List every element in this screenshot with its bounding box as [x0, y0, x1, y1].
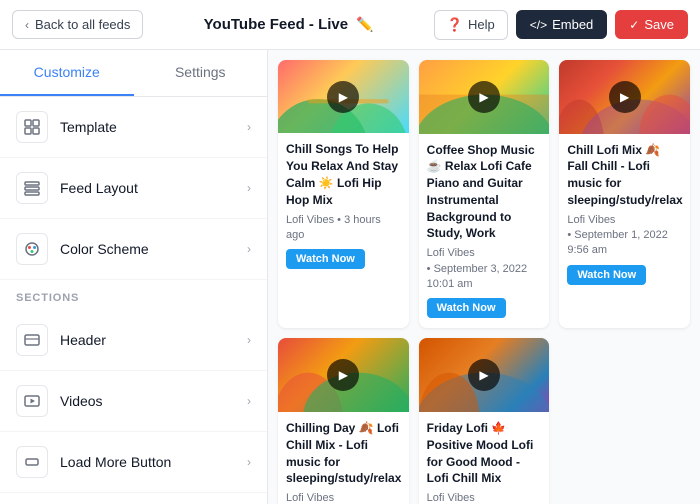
sidebar-item-header[interactable]: Header › — [0, 310, 267, 371]
video-channel-v1: Lofi Vibes — [286, 214, 334, 226]
play-button-v3[interactable]: ▶ — [609, 81, 641, 113]
tab-customize[interactable]: Customize — [0, 50, 134, 96]
back-button[interactable]: ‹ Back to all feeds — [12, 10, 143, 39]
tab-settings[interactable]: Settings — [134, 50, 268, 96]
video-thumbnail-v2[interactable]: ▶ — [419, 60, 550, 134]
header-label: Header — [60, 332, 106, 348]
video-meta-v4: Lofi Vibes • August 28, 2022 10:09 am — [286, 491, 401, 504]
help-button[interactable]: ❓ Help — [434, 10, 508, 40]
sidebar-item-feed-layout[interactable]: Feed Layout › — [0, 158, 267, 219]
sidebar-item-subscribe[interactable]: Subscribe Button › — [0, 493, 267, 504]
video-meta-v1: Lofi Vibes • 3 hours ago — [286, 213, 401, 244]
embed-button[interactable]: </> Embed — [516, 10, 608, 39]
top-actions: ❓ Help </> Embed ✓ Save — [434, 10, 688, 40]
video-card-v4: ▶ Chilling Day 🍂 Lofi Chill Mix - Lofi m… — [278, 338, 409, 504]
code-icon: </> — [530, 18, 547, 32]
feed-content: ▶ Chill Songs To Help You Relax And Stay… — [268, 50, 700, 504]
video-dot-v2: • — [427, 263, 434, 275]
sidebar-item-template[interactable]: Template › — [0, 97, 267, 158]
video-thumbnail-v3[interactable]: ▶ — [559, 60, 690, 134]
help-label: Help — [468, 17, 495, 32]
sidebar-item-videos[interactable]: Videos › — [0, 371, 267, 432]
color-scheme-label: Color Scheme — [60, 241, 149, 257]
video-meta-v3: Lofi Vibes • September 1, 2022 9:56 am — [567, 213, 682, 259]
video-meta-v5: Lofi Vibes • August 26, 2022 10:00 am — [427, 491, 542, 504]
feed-title-container: YouTube Feed - Live ✏️ — [204, 16, 374, 33]
header-icon — [16, 324, 48, 356]
template-icon — [16, 111, 48, 143]
feed-title-text: YouTube Feed - Live — [204, 16, 348, 33]
video-card-v2: ▶ Coffee Shop Music ☕ Relax Lofi Cafe Pi… — [419, 60, 550, 328]
video-channel-v4: Lofi Vibes — [286, 492, 334, 504]
feed-layout-label: Feed Layout — [60, 180, 138, 196]
template-chevron: › — [247, 120, 251, 134]
video-info-v3: Chill Lofi Mix 🍂 Fall Chill - Lofi music… — [559, 134, 690, 295]
load-more-icon — [16, 446, 48, 478]
color-scheme-icon — [16, 233, 48, 265]
back-label: Back to all feeds — [35, 17, 130, 32]
video-time-v2: September 3, 2022 10:01 am — [427, 263, 528, 290]
check-icon: ✓ — [629, 18, 639, 32]
help-circle-icon: ❓ — [447, 17, 463, 33]
video-thumbnail-v5[interactable]: ▶ — [419, 338, 550, 412]
sections-label: SECTIONS — [0, 280, 267, 310]
play-button-v4[interactable]: ▶ — [327, 359, 359, 391]
play-button-v2[interactable]: ▶ — [468, 81, 500, 113]
edit-icon[interactable]: ✏️ — [356, 16, 373, 33]
videos-label: Videos — [60, 393, 103, 409]
video-time-v3: September 1, 2022 9:56 am — [567, 229, 668, 256]
load-more-label: Load More Button — [60, 454, 171, 470]
sidebar-item-color-scheme[interactable]: Color Scheme › — [0, 219, 267, 280]
videos-icon — [16, 385, 48, 417]
video-card-v3: ▶ Chill Lofi Mix 🍂 Fall Chill - Lofi mus… — [559, 60, 690, 328]
save-label: Save — [644, 17, 674, 32]
video-card-v1: ▶ Chill Songs To Help You Relax And Stay… — [278, 60, 409, 328]
back-chevron-icon: ‹ — [25, 18, 29, 32]
video-channel-v5: Lofi Vibes — [427, 492, 475, 504]
feed-layout-chevron: › — [247, 181, 251, 195]
video-meta-v2: Lofi Vibes • September 3, 2022 10:01 am — [427, 246, 542, 292]
video-thumbnail-v1[interactable]: ▶ — [278, 60, 409, 133]
save-button[interactable]: ✓ Save — [615, 10, 688, 39]
video-title-v3: Chill Lofi Mix 🍂 Fall Chill - Lofi music… — [567, 142, 682, 209]
video-title-v4: Chilling Day 🍂 Lofi Chill Mix - Lofi mus… — [286, 420, 401, 487]
color-scheme-chevron: › — [247, 242, 251, 256]
video-title-v1: Chill Songs To Help You Relax And Stay C… — [286, 141, 401, 208]
sidebar: Customize Settings Template › Feed Layou… — [0, 50, 268, 504]
video-info-v2: Coffee Shop Music ☕ Relax Lofi Cafe Pian… — [419, 134, 550, 329]
load-more-chevron: › — [247, 455, 251, 469]
video-channel-v2: Lofi Vibes — [427, 247, 475, 259]
video-card-v5: ▶ Friday Lofi 🍁 Positive Mood Lofi for G… — [419, 338, 550, 504]
embed-label: Embed — [552, 17, 593, 32]
play-button-v5[interactable]: ▶ — [468, 359, 500, 391]
video-thumbnail-v4[interactable]: ▶ — [278, 338, 409, 411]
sidebar-item-load-more[interactable]: Load More Button › — [0, 432, 267, 493]
play-button-v1[interactable]: ▶ — [327, 81, 359, 113]
video-grid: ▶ Chill Songs To Help You Relax And Stay… — [278, 60, 690, 504]
video-title-v2: Coffee Shop Music ☕ Relax Lofi Cafe Pian… — [427, 142, 542, 243]
watch-now-v1[interactable]: Watch Now — [286, 249, 365, 269]
feed-layout-icon — [16, 172, 48, 204]
main-layout: Customize Settings Template › Feed Layou… — [0, 50, 700, 504]
sidebar-tabs: Customize Settings — [0, 50, 267, 97]
video-info-v5: Friday Lofi 🍁 Positive Mood Lofi for Goo… — [419, 412, 550, 504]
watch-now-v2[interactable]: Watch Now — [427, 298, 506, 318]
video-info-v1: Chill Songs To Help You Relax And Stay C… — [278, 133, 409, 279]
top-bar: ‹ Back to all feeds YouTube Feed - Live … — [0, 0, 700, 50]
video-channel-v3: Lofi Vibes — [567, 214, 615, 226]
video-info-v4: Chilling Day 🍂 Lofi Chill Mix - Lofi mus… — [278, 412, 409, 504]
videos-chevron: › — [247, 394, 251, 408]
header-chevron: › — [247, 333, 251, 347]
video-title-v5: Friday Lofi 🍁 Positive Mood Lofi for Goo… — [427, 420, 542, 487]
watch-now-v3[interactable]: Watch Now — [567, 265, 646, 285]
template-label: Template — [60, 119, 117, 135]
